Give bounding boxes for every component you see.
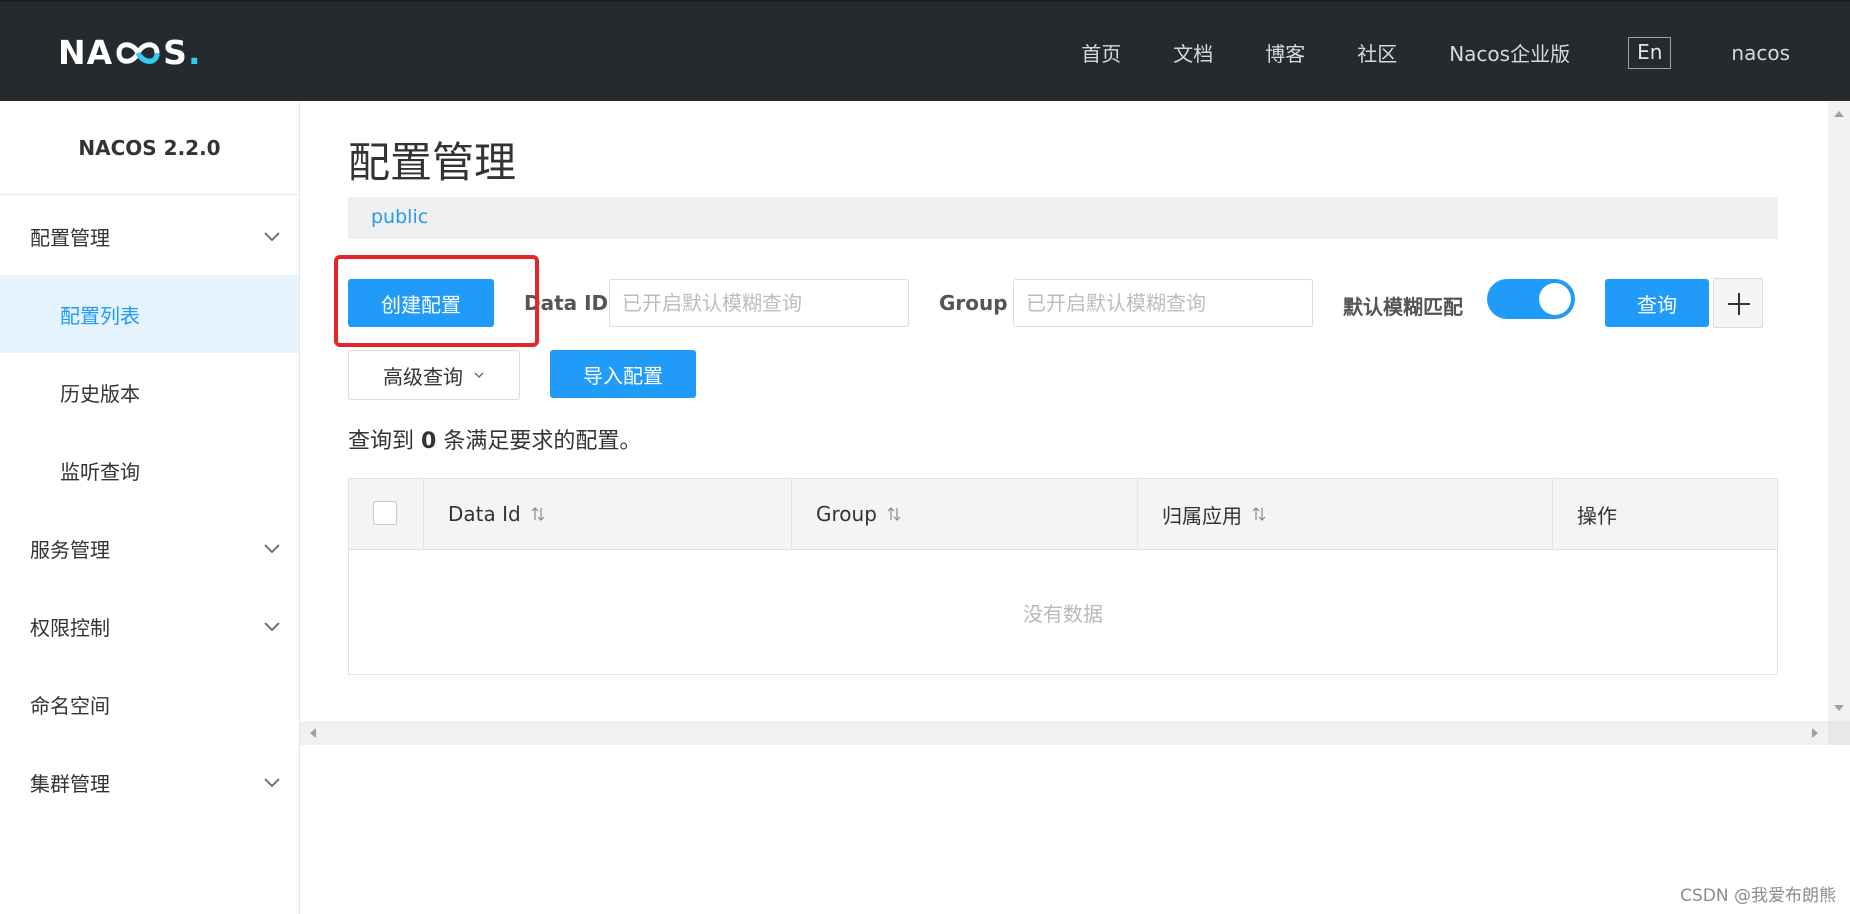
plus-icon bbox=[1728, 293, 1750, 315]
empty-state-text: 没有数据 bbox=[1023, 601, 1103, 626]
result-summary: 查询到 0 条满足要求的配置。 bbox=[348, 429, 642, 454]
chevron-down-icon bbox=[264, 778, 280, 788]
sidebar-item-label: 服务管理 bbox=[30, 537, 110, 562]
logo-infinity-icon bbox=[116, 42, 160, 64]
main-content: 配置管理 public 创建配置 Data ID Group 默认模糊匹配 查询… bbox=[300, 101, 1828, 721]
user-menu[interactable]: nacos bbox=[1731, 41, 1790, 65]
fuzzy-match-toggle[interactable] bbox=[1487, 279, 1575, 319]
select-all-checkbox[interactable] bbox=[373, 501, 397, 525]
chevron-down-icon bbox=[474, 372, 484, 378]
sidebar-item-service-management[interactable]: 服务管理 bbox=[0, 509, 299, 587]
select-all-cell bbox=[349, 479, 424, 549]
sidebar-item-label: 配置列表 bbox=[60, 303, 140, 328]
nacos-logo[interactable]: NA S. bbox=[58, 32, 202, 72]
search-button[interactable]: 查询 bbox=[1605, 279, 1709, 327]
sidebar-item-config-list[interactable]: 配置列表 bbox=[0, 275, 299, 353]
sidebar-item-history[interactable]: 历史版本 bbox=[0, 353, 299, 431]
sidebar-item-namespace[interactable]: 命名空间 bbox=[0, 665, 299, 743]
add-filter-button[interactable] bbox=[1713, 278, 1763, 328]
advanced-search-button[interactable]: 高级查询 bbox=[348, 350, 520, 400]
column-header-actions: 操作 bbox=[1577, 503, 1617, 528]
watermark: CSDN @我爱布朗熊 bbox=[1680, 886, 1836, 906]
sidebar-item-cluster-management[interactable]: 集群管理 bbox=[0, 743, 299, 821]
nav-docs[interactable]: 文档 bbox=[1173, 38, 1213, 67]
nav-community[interactable]: 社区 bbox=[1357, 38, 1397, 67]
vertical-scrollbar[interactable] bbox=[1828, 101, 1850, 721]
toggle-knob bbox=[1539, 283, 1571, 315]
sidebar-item-config-management[interactable]: 配置管理 bbox=[0, 197, 299, 275]
group-label: Group bbox=[939, 291, 1008, 315]
nav-enterprise[interactable]: Nacos企业版 bbox=[1449, 38, 1570, 67]
chevron-down-icon bbox=[264, 622, 280, 632]
language-switch-button[interactable]: En bbox=[1628, 36, 1672, 69]
table-header: Data Id Group 归属应用 操作 bbox=[349, 479, 1777, 550]
config-table: Data Id Group 归属应用 操作 没有数据 bbox=[348, 478, 1778, 675]
scroll-up-icon[interactable] bbox=[1828, 105, 1850, 123]
scroll-down-icon[interactable] bbox=[1828, 699, 1850, 717]
sidebar-item-label: 历史版本 bbox=[60, 381, 140, 406]
sort-icon[interactable] bbox=[1252, 506, 1266, 522]
sort-icon[interactable] bbox=[887, 506, 901, 522]
top-navbar: NA S. 首页 文档 博客 社区 Nacos企业版 En nacos bbox=[0, 0, 1850, 101]
sidebar-item-label: 配置管理 bbox=[30, 225, 110, 250]
nav-home[interactable]: 首页 bbox=[1081, 38, 1121, 67]
scroll-right-icon[interactable] bbox=[1806, 721, 1824, 745]
sidebar-item-access-control[interactable]: 权限控制 bbox=[0, 587, 299, 665]
column-header-data-id[interactable]: Data Id bbox=[424, 479, 792, 549]
namespace-tab-public[interactable]: public bbox=[371, 206, 428, 228]
sidebar-item-label: 集群管理 bbox=[30, 771, 110, 796]
page-title: 配置管理 bbox=[348, 138, 517, 187]
chevron-down-icon bbox=[264, 544, 280, 554]
fuzzy-match-label: 默认模糊匹配 bbox=[1343, 295, 1463, 319]
namespace-bar: public bbox=[348, 197, 1778, 239]
sidebar: NACOS 2.2.0 配置管理 配置列表 历史版本 监听查询 服务管理 权限控… bbox=[0, 101, 300, 914]
advanced-search-label: 高级查询 bbox=[383, 364, 463, 389]
horizontal-scrollbar[interactable] bbox=[300, 721, 1828, 745]
sort-icon[interactable] bbox=[531, 506, 545, 522]
annotation-highlight-box bbox=[334, 255, 539, 347]
result-count: 0 bbox=[421, 429, 437, 454]
group-input[interactable] bbox=[1013, 279, 1313, 327]
data-id-input[interactable] bbox=[609, 279, 909, 327]
sidebar-item-label: 监听查询 bbox=[60, 459, 140, 484]
import-config-button[interactable]: 导入配置 bbox=[550, 350, 696, 398]
sidebar-item-label: 命名空间 bbox=[30, 693, 110, 718]
sidebar-item-listener-query[interactable]: 监听查询 bbox=[0, 431, 299, 509]
nav-blog[interactable]: 博客 bbox=[1265, 38, 1305, 67]
scrollbar-corner bbox=[1828, 721, 1850, 745]
logo-text: NA bbox=[58, 32, 114, 72]
top-nav: 首页 文档 博客 社区 Nacos企业版 En nacos bbox=[1081, 2, 1850, 103]
chevron-down-icon bbox=[264, 232, 280, 242]
sidebar-version-title: NACOS 2.2.0 bbox=[0, 101, 299, 195]
scroll-left-icon[interactable] bbox=[304, 721, 322, 745]
column-header-app[interactable]: 归属应用 bbox=[1138, 479, 1553, 549]
column-header-group[interactable]: Group bbox=[792, 479, 1138, 549]
sidebar-item-label: 权限控制 bbox=[30, 615, 110, 640]
